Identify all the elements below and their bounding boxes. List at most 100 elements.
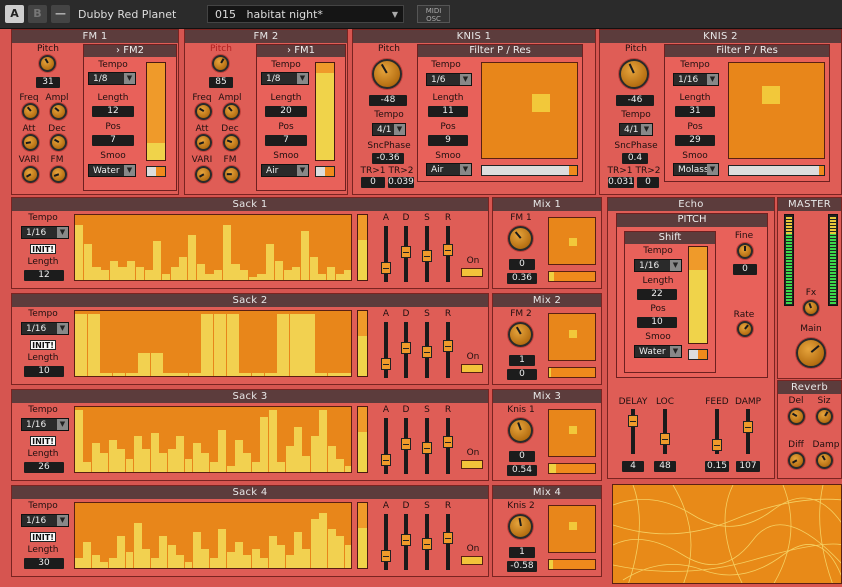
- sequencer-step[interactable]: [327, 372, 340, 376]
- fm1-vari-knob[interactable]: [22, 166, 39, 183]
- echo-pos-value[interactable]: 10: [637, 317, 677, 328]
- sequencer-step[interactable]: [133, 522, 142, 568]
- knis1-pitch-knob[interactable]: [372, 59, 402, 89]
- sack2-length-value[interactable]: 10: [24, 366, 64, 377]
- sequencer-step[interactable]: [184, 561, 193, 568]
- sequencer-step[interactable]: [248, 276, 257, 280]
- sequencer-step[interactable]: [153, 241, 162, 280]
- sequencer-step[interactable]: [201, 452, 210, 472]
- sequencer-step[interactable]: [125, 459, 134, 472]
- sequencer-step[interactable]: [326, 267, 336, 280]
- echo-damp-fader[interactable]: [743, 409, 753, 454]
- sack2-level-bar[interactable]: [357, 310, 368, 377]
- knis1-length-value[interactable]: 11: [428, 106, 468, 117]
- sequencer-step[interactable]: [318, 273, 327, 280]
- sack3-level-bar[interactable]: [357, 406, 368, 473]
- sequencer-step[interactable]: [150, 558, 159, 568]
- sequencer-step[interactable]: [91, 555, 100, 568]
- sequencer-step[interactable]: [243, 555, 252, 568]
- sequencer-step[interactable]: [170, 267, 179, 280]
- fm2-vari-knob[interactable]: [195, 166, 212, 183]
- fm1-smoo-slider[interactable]: [146, 166, 166, 177]
- reverb-damp-knob[interactable]: [816, 452, 833, 469]
- knis2-pitch-knob[interactable]: [619, 59, 649, 89]
- fm2-smoo-dropdown[interactable]: Air ▼: [261, 164, 309, 177]
- fm1-mod-bar[interactable]: [146, 62, 166, 161]
- sequencer-step[interactable]: [75, 224, 84, 280]
- sequencer-step[interactable]: [125, 372, 138, 376]
- fm1-dec-knob[interactable]: [50, 134, 67, 151]
- sequencer-step[interactable]: [75, 410, 83, 472]
- mix4-value-2[interactable]: -0.58: [507, 561, 537, 572]
- sequencer-step[interactable]: [222, 224, 231, 280]
- sequencer-step[interactable]: [260, 416, 269, 472]
- sack4-release-fader[interactable]: [443, 514, 453, 570]
- knis2-sncphase-value[interactable]: 0.4: [622, 153, 648, 164]
- sequencer-step[interactable]: [109, 260, 118, 280]
- sack1-on-toggle[interactable]: [461, 268, 483, 277]
- sequencer-step[interactable]: [310, 519, 319, 568]
- sack3-tempo-dropdown[interactable]: 1/16 ▼: [21, 418, 69, 431]
- reverb-siz-knob[interactable]: [816, 408, 833, 425]
- sequencer-step[interactable]: [101, 270, 110, 280]
- sequencer-step[interactable]: [315, 372, 328, 376]
- mix2-level-bar[interactable]: [548, 367, 596, 378]
- sack2-tempo-dropdown[interactable]: 1/16 ▼: [21, 322, 69, 335]
- fm1-tempo-dropdown[interactable]: 1/8 ▼: [88, 72, 136, 85]
- sequencer-step[interactable]: [87, 314, 100, 376]
- sequencer-step[interactable]: [117, 449, 126, 472]
- fm1-pitch-knob[interactable]: [39, 55, 56, 72]
- sequencer-step[interactable]: [302, 455, 311, 472]
- sack1-init-button[interactable]: INIT!: [30, 244, 56, 254]
- sequencer-step[interactable]: [226, 551, 235, 568]
- fm2-dec-knob[interactable]: [223, 134, 240, 151]
- sequencer-step[interactable]: [192, 532, 201, 568]
- fm1-pos-value[interactable]: 7: [92, 135, 134, 146]
- knis2-pitch-value[interactable]: -46: [616, 95, 654, 106]
- sack1-length-value[interactable]: 12: [24, 270, 64, 281]
- sequencer-step[interactable]: [235, 439, 243, 472]
- sequencer-step[interactable]: [340, 372, 351, 376]
- sequencer-step[interactable]: [302, 314, 315, 376]
- sack4-step-sequencer[interactable]: [74, 502, 352, 569]
- sequencer-step[interactable]: [176, 436, 184, 472]
- fm1-length-value[interactable]: 12: [92, 106, 134, 117]
- sequencer-step[interactable]: [289, 314, 302, 376]
- sack4-attack-fader[interactable]: [381, 514, 391, 570]
- knis2-tempo-dropdown[interactable]: 4/1 ▼: [619, 123, 653, 136]
- sequencer-step[interactable]: [167, 449, 176, 472]
- sequencer-step[interactable]: [344, 270, 351, 280]
- knis2-smoo-dropdown[interactable]: Molass ▼: [673, 163, 719, 176]
- sequencer-step[interactable]: [257, 273, 266, 280]
- sequencer-step[interactable]: [209, 558, 218, 568]
- sequencer-step[interactable]: [240, 270, 249, 280]
- sequencer-step[interactable]: [335, 273, 344, 280]
- sequencer-step[interactable]: [75, 314, 88, 376]
- sequencer-step[interactable]: [336, 535, 345, 568]
- fm2-smoo-slider[interactable]: [315, 166, 335, 177]
- sequencer-step[interactable]: [108, 558, 117, 568]
- fm2-mod-bar[interactable]: [315, 62, 335, 161]
- sequencer-step[interactable]: [117, 535, 126, 568]
- echo-delay-value[interactable]: 4: [622, 461, 644, 472]
- echo-smoo-slider[interactable]: [688, 349, 708, 360]
- master-fx-knob[interactable]: [803, 300, 819, 316]
- sequencer-step[interactable]: [251, 372, 265, 376]
- reverb-del-knob[interactable]: [788, 408, 805, 425]
- knis2-pos-value[interactable]: 29: [675, 135, 715, 146]
- sack1-attack-fader[interactable]: [381, 226, 391, 282]
- sequencer-step[interactable]: [277, 314, 290, 376]
- fm2-fm-knob[interactable]: [223, 166, 240, 183]
- knis1-tr1-value[interactable]: 0: [361, 177, 385, 188]
- sequencer-step[interactable]: [127, 260, 136, 280]
- mix2-value-2[interactable]: 0: [507, 369, 537, 380]
- fm1-smoo-dropdown[interactable]: Water ▼: [88, 164, 136, 177]
- sequencer-step[interactable]: [319, 410, 328, 472]
- knis2-ftempo-dropdown[interactable]: 1/16 ▼: [673, 73, 719, 86]
- mix4-xy-pad[interactable]: [548, 505, 596, 553]
- sequencer-step[interactable]: [184, 459, 193, 472]
- sequencer-step[interactable]: [251, 462, 260, 472]
- sack1-tempo-dropdown[interactable]: 1/16 ▼: [21, 226, 69, 239]
- mix3-level-bar[interactable]: [548, 463, 596, 474]
- fm2-att-knob[interactable]: [195, 134, 212, 151]
